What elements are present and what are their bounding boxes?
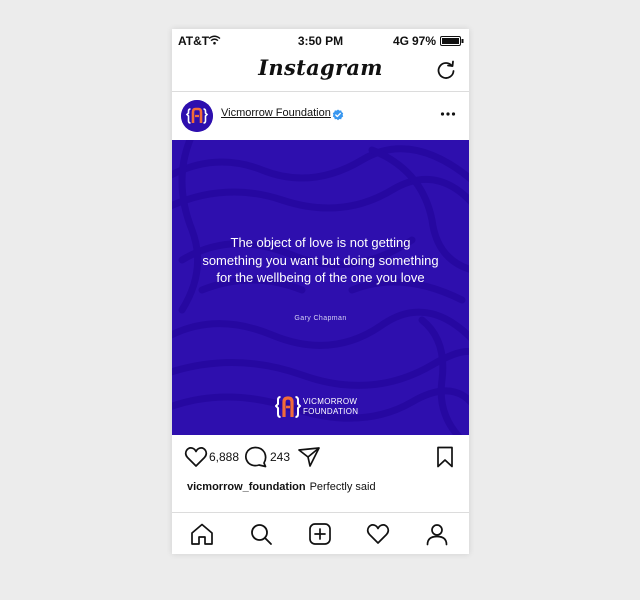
likes-count[interactable]: 6,888 [209,450,239,464]
caption-text: Perfectly said [309,481,376,493]
share-direct-icon[interactable] [297,446,321,468]
foundation-brand: VICMORROW FOUNDATION [274,393,375,419]
quote-author: Gary Chapman [294,315,347,322]
post-image[interactable]: The object of love is not getting someth… [172,140,469,435]
activity-heart-icon[interactable] [366,522,390,546]
account-avatar[interactable] [181,100,213,132]
comment-icon[interactable] [244,446,268,468]
comments-count[interactable]: 243 [270,450,290,464]
app-header: Instagram [172,51,469,92]
caption-username[interactable]: vicmorrow_foundation [187,481,306,493]
post-caption: vicmorrow_foundation Perfectly said [187,481,376,493]
verified-badge-icon [332,108,344,121]
account-name-link[interactable]: Vicmorrow Foundation [221,107,331,119]
more-options-icon[interactable] [439,107,457,121]
brand-line-2: FOUNDATION [303,406,359,416]
new-post-icon[interactable] [308,522,332,546]
search-icon[interactable] [249,522,273,546]
battery-icon [440,35,464,49]
quote-text: The object of love is not getting someth… [202,235,439,285]
post-actions: 6,888 243 [172,435,469,479]
network-type: 4G [393,34,410,48]
foundation-logo-icon [274,396,302,418]
fingerprint-pattern [172,140,469,435]
like-heart-icon[interactable] [184,446,208,468]
battery-percent: 97% [412,34,437,48]
bookmark-icon[interactable] [435,446,459,468]
instagram-logo: Instagram [258,55,383,80]
brand-line-1: VICMORROW [303,397,358,406]
foundation-logo-icon [181,100,213,132]
bottom-navigation [172,512,469,554]
brand-name: VICMORROW FOUNDATION [303,397,358,416]
post-header: Vicmorrow Foundation [172,92,469,140]
home-icon[interactable] [190,522,214,546]
refresh-icon[interactable] [435,59,457,81]
phone-screen: AT&T 3:50 PM 4G 97% Instagram Vicmorrow … [172,29,469,554]
status-bar: AT&T 3:50 PM 4G 97% [172,29,469,51]
profile-icon[interactable] [425,522,449,546]
